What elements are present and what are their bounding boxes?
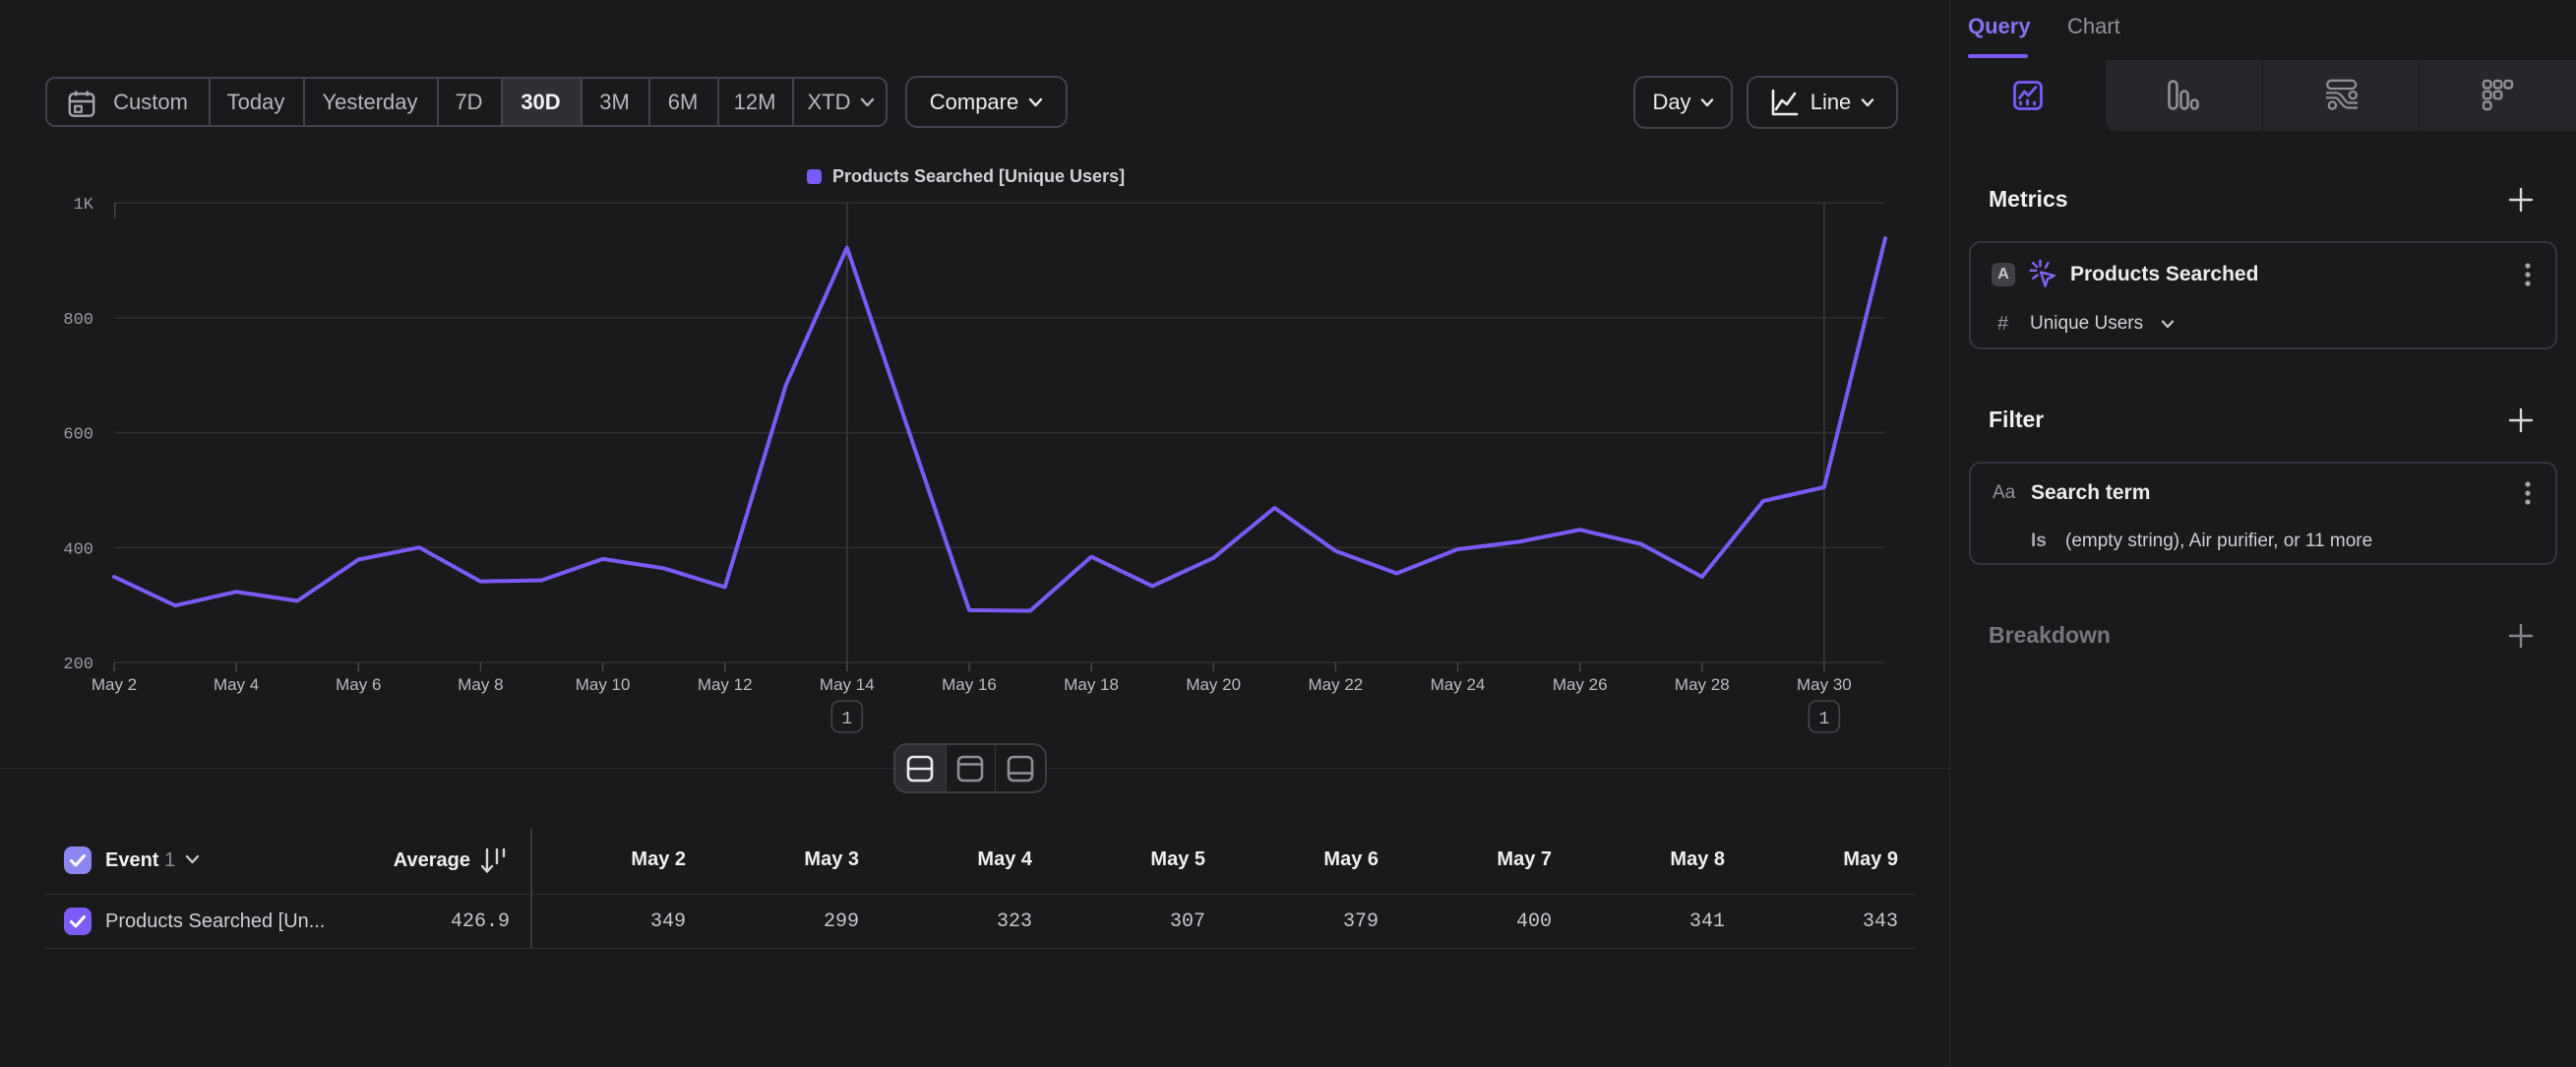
svg-text:May 2: May 2 — [92, 675, 137, 694]
svg-text:May 26: May 26 — [1553, 675, 1608, 694]
svg-text:May 24: May 24 — [1431, 675, 1486, 694]
svg-text:May 28: May 28 — [1675, 675, 1730, 694]
svg-text:May 12: May 12 — [698, 675, 753, 694]
svg-text:800: 800 — [63, 311, 93, 330]
svg-text:May 20: May 20 — [1186, 675, 1241, 694]
svg-text:May 22: May 22 — [1309, 675, 1364, 694]
svg-text:May 4: May 4 — [214, 675, 259, 694]
svg-text:May 16: May 16 — [942, 675, 997, 694]
svg-text:May 8: May 8 — [458, 675, 503, 694]
svg-text:200: 200 — [63, 656, 93, 674]
svg-text:May 30: May 30 — [1797, 675, 1852, 694]
svg-text:1: 1 — [841, 710, 852, 729]
svg-text:1K: 1K — [74, 196, 94, 215]
svg-text:May 10: May 10 — [576, 675, 631, 694]
svg-text:1: 1 — [1818, 710, 1829, 729]
svg-text:400: 400 — [63, 540, 93, 559]
svg-text:May 6: May 6 — [336, 675, 381, 694]
svg-text:May 18: May 18 — [1064, 675, 1119, 694]
svg-text:May 14: May 14 — [820, 675, 875, 694]
svg-text:600: 600 — [63, 426, 93, 445]
